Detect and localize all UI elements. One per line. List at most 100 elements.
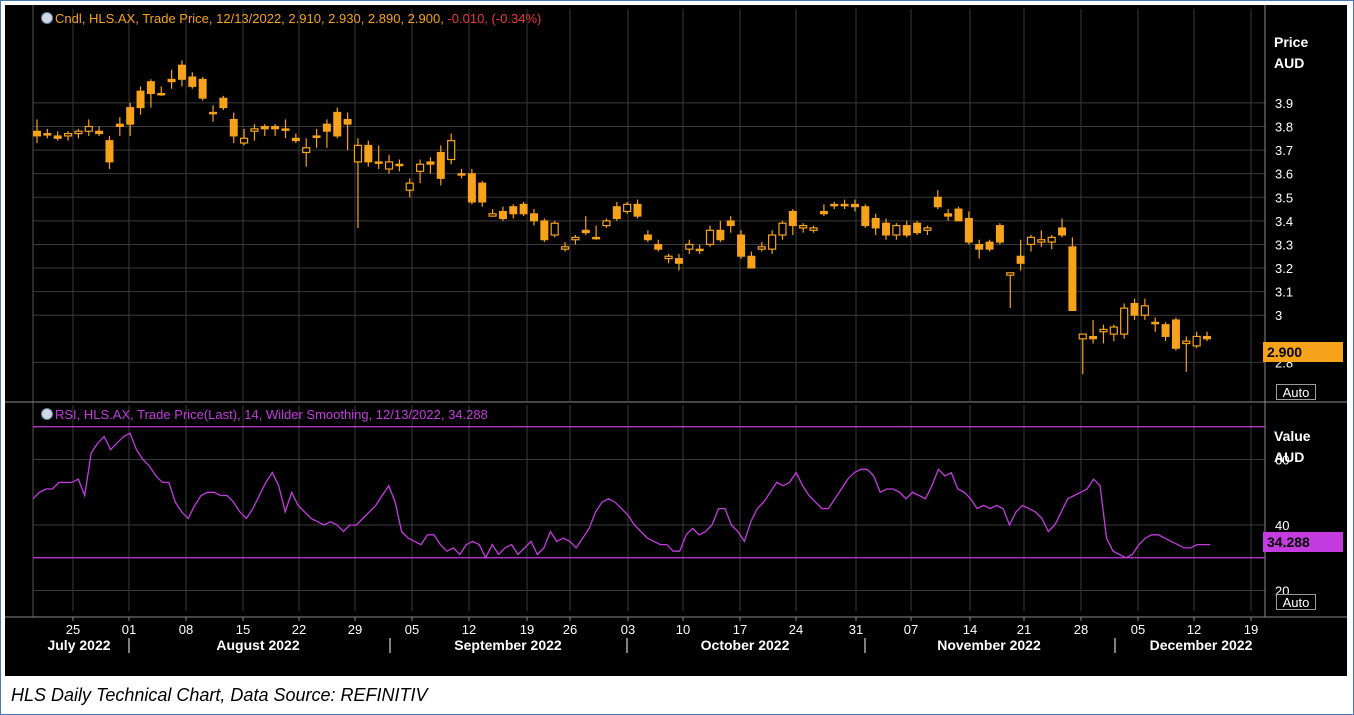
candle [819, 204, 828, 217]
candle-body-up [1120, 307, 1129, 335]
candle [239, 128, 249, 146]
candle-body-up [1140, 305, 1149, 316]
candle [1203, 331, 1211, 342]
candle-body-up [250, 128, 259, 132]
candle-body-down [1151, 321, 1160, 325]
candle [312, 128, 321, 148]
candle-body-down [995, 225, 1004, 243]
candle-body-down [426, 161, 435, 165]
rsi-auto-scale-button[interactable]: Auto [1276, 594, 1316, 610]
rsi-axis-title: Value AUD [1274, 426, 1311, 468]
candle-body-up [1037, 239, 1046, 243]
price-tick-label: 3.6 [1275, 167, 1293, 182]
x-tick-label: 17 [733, 622, 747, 637]
candle-body-down [219, 97, 228, 109]
candle-body-down [1171, 319, 1180, 349]
candle [457, 168, 466, 179]
price-axis-title-line1: Price [1274, 34, 1309, 50]
candle [395, 159, 404, 172]
candle-body-down [871, 218, 880, 229]
candle-body-up [799, 224, 808, 229]
candle-body-down [933, 196, 942, 208]
figure-caption: HLS Daily Technical Chart, Data Source: … [11, 685, 428, 705]
candle-series [33, 60, 1211, 375]
candle [664, 253, 673, 264]
candle-body-up [1192, 335, 1201, 347]
candle-body-down [198, 78, 207, 99]
candle [157, 86, 166, 96]
candle [550, 220, 559, 238]
candle-body-up [705, 229, 715, 246]
figure-frame: 2.8 3 3.1 3.2 3.3 3.4 3.5 3.6 3.7 3.8 3.9 20 40 60 25… [0, 0, 1354, 715]
x-tick-label: 25 [66, 622, 80, 637]
clock-icon[interactable] [41, 408, 53, 420]
candle [63, 131, 73, 141]
candle [271, 124, 280, 136]
candle-body-up [1182, 340, 1191, 345]
candle [198, 76, 207, 101]
candle-body-down [1058, 227, 1067, 236]
candle [954, 206, 963, 222]
candle [291, 133, 300, 144]
candle-body-down [612, 206, 621, 220]
candle-body-down [229, 118, 238, 137]
candle-body-down [271, 126, 280, 130]
candle [260, 124, 269, 136]
candle [529, 209, 538, 226]
candle [1182, 336, 1191, 372]
grid-layer [33, 9, 1265, 611]
candle [923, 225, 932, 236]
candle [592, 225, 601, 240]
candle-body-up [405, 182, 414, 191]
candle-body-up [415, 163, 425, 172]
month-label: August 2022 [216, 637, 299, 653]
candle-body-down [944, 213, 953, 217]
rsi-legend: RSI, HLS.AX, Trade Price(Last), 14, Wild… [41, 407, 488, 422]
candle-body-down [674, 258, 683, 264]
candle [498, 206, 507, 221]
candle [33, 119, 41, 144]
candle-body-down [33, 130, 41, 137]
candle [778, 220, 787, 240]
candle-body-down [457, 173, 466, 176]
candle [995, 223, 1004, 245]
price-tick-label: 3.8 [1275, 120, 1293, 135]
candle [95, 126, 104, 136]
candle [478, 180, 487, 207]
candle-body-down [529, 213, 538, 222]
x-tick-label: 07 [904, 622, 918, 637]
candle [643, 230, 652, 243]
candle-body-up [239, 137, 249, 144]
candle [695, 244, 704, 254]
candle [302, 138, 311, 167]
candle-body-up [1078, 333, 1087, 340]
candle [633, 199, 642, 219]
candle-body-down [1068, 246, 1077, 312]
candle [964, 211, 973, 245]
candle-body-down [115, 123, 124, 127]
candle-body-up [1047, 236, 1056, 243]
clock-icon[interactable] [41, 12, 53, 24]
candle [219, 95, 228, 110]
candle [374, 145, 383, 169]
x-tick-label: 12 [1187, 622, 1201, 637]
candle [788, 209, 797, 236]
candle [705, 225, 715, 247]
candle-body-down [592, 236, 601, 240]
price-tick-label: 3.7 [1275, 143, 1293, 158]
month-label: November 2022 [937, 637, 1041, 653]
candle-body-up [447, 140, 456, 161]
candle [612, 201, 621, 221]
candle-body-up [1109, 326, 1118, 335]
candle [540, 218, 549, 243]
candle-body-down [581, 229, 590, 234]
candle-body-up [302, 147, 311, 154]
candle [188, 72, 197, 89]
candle-body-down [53, 135, 62, 139]
chart-panel: 2.8 3 3.1 3.2 3.3 3.4 3.5 3.6 3.7 3.8 3.9 20 40 60 25… [5, 5, 1347, 676]
candle-body-up [1026, 236, 1036, 246]
price-auto-scale-button[interactable]: Auto [1276, 384, 1316, 400]
candle [126, 102, 135, 136]
price-tick-label: 3.1 [1275, 285, 1293, 300]
candle [519, 201, 528, 217]
